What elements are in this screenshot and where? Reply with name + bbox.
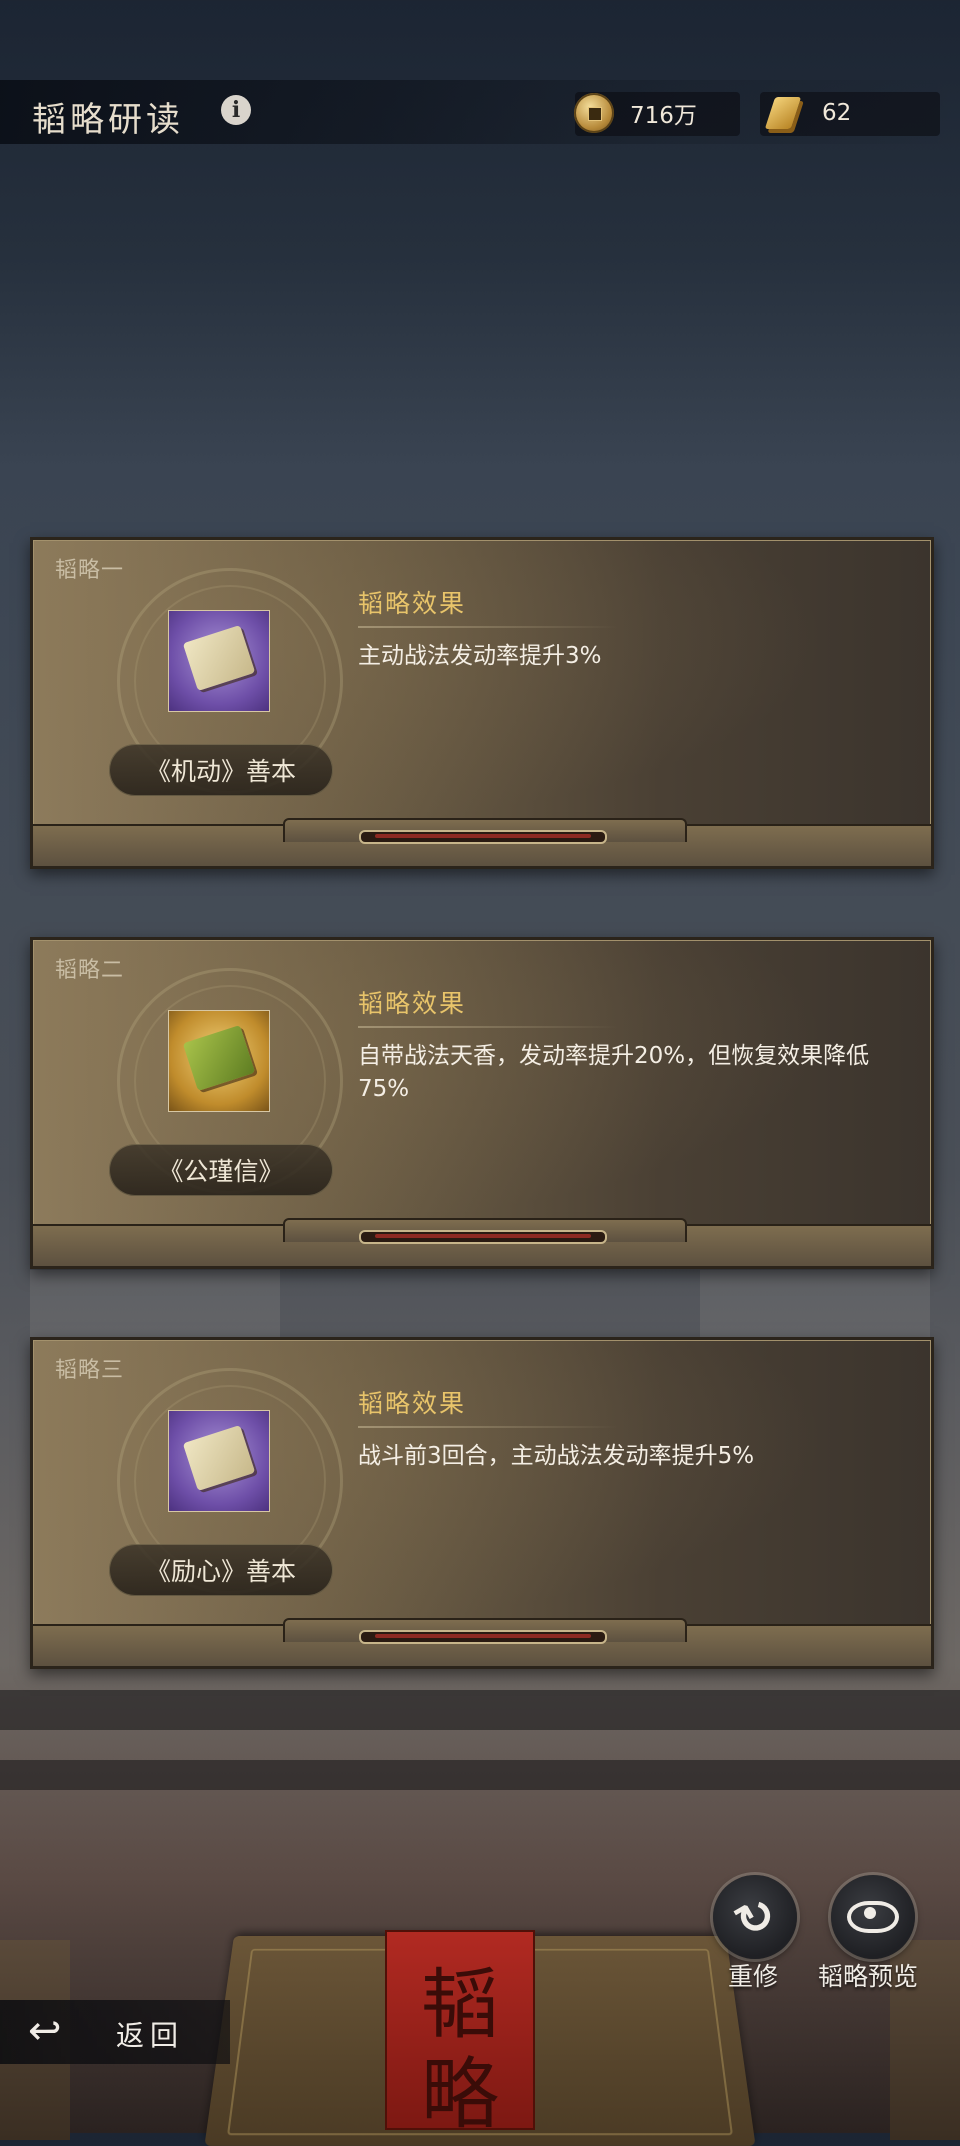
strategy-panel-3[interactable]: 韬略三 《励心》善本 韬略效果 战斗前3回合，主动战法发动率提升5% [30,1337,934,1669]
effect-title: 韬略效果 [358,989,467,1018]
scroll-resource: 62 [762,92,851,134]
effect-title: 韬略效果 [358,1389,467,1418]
scroll-amount: 62 [822,100,852,126]
back-arrow-icon[interactable]: ↩ [28,2011,88,2051]
retrain-button[interactable]: ↻ [713,1875,797,1959]
book-name-button[interactable]: 《机动》善本 [109,744,333,796]
tied-scrolls-icon[interactable] [168,1410,270,1512]
preview-label[interactable]: 韬略预览 [818,1957,918,1993]
preview-button[interactable] [831,1875,915,1959]
panel-slot [359,1230,607,1244]
book-glyph: 韬略 [420,1960,499,2140]
effect-text: 自带战法天香，发动率提升20%，但恢复效果降低75% [358,1043,870,1102]
coin-icon [574,93,614,133]
effect-divider [358,626,618,628]
back-label[interactable]: 返回 [116,2014,184,2054]
info-icon[interactable]: i [221,95,251,125]
effect-text: 主动战法发动率提升3% [358,643,602,669]
effect-divider [358,1426,618,1428]
effect-divider [358,1026,618,1028]
background-beam [0,1760,960,1790]
green-letter-bundle-icon[interactable] [168,1010,270,1112]
book-name-button[interactable]: 《公瑾信》 [109,1144,333,1196]
book-name-button[interactable]: 《励心》善本 [109,1544,333,1596]
panel-tag: 韬略三 [55,1358,125,1383]
scroll-bundle-icon[interactable] [168,610,270,712]
background-beam [0,1690,960,1730]
strategy-panel-1[interactable]: 韬略一 《机动》善本 韬略效果 主动战法发动率提升3% [30,537,934,869]
refresh-icon: ↻ [724,1883,786,1951]
coin-amount: 716万 [630,103,697,129]
scroll-icon [762,91,806,135]
coin-resource: 716万 [574,92,697,134]
effect-title: 韬略效果 [358,589,467,618]
effect-text: 战斗前3回合，主动战法发动率提升5% [358,1443,755,1469]
panel-tag: 韬略二 [55,958,125,983]
page-title: 韬略研读 [32,100,184,140]
panel-slot [359,830,607,844]
panel-tag: 韬略一 [55,558,125,583]
strategy-panel-2[interactable]: 韬略二 《公瑾信》 韬略效果 自带战法天香，发动率提升20%，但恢复效果降低75… [30,937,934,1269]
panel-slot [359,1630,607,1644]
eye-icon [847,1901,899,1933]
retrain-label[interactable]: 重修 [728,1957,778,1993]
